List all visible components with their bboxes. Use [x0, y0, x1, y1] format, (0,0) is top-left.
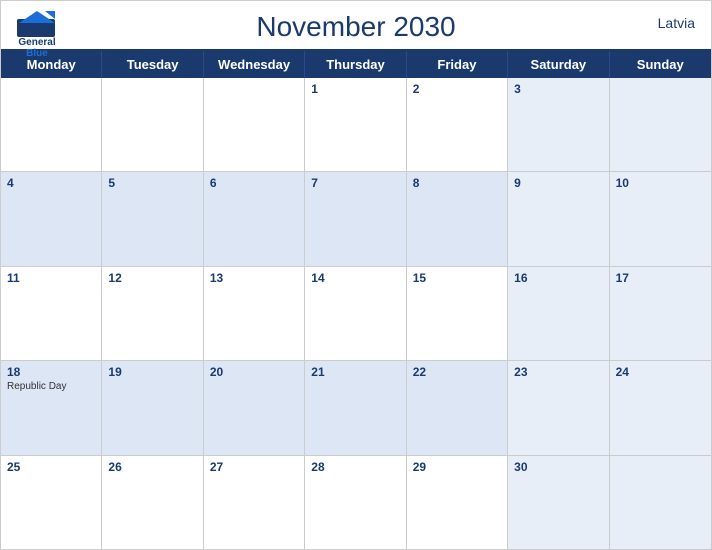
day-number: 12 [108, 271, 196, 285]
day-cell: 28 [305, 456, 406, 549]
day-cell: 24 [610, 361, 711, 454]
week-row: 25 26 27 28 29 30 [1, 456, 711, 549]
country-label: Latvia [658, 15, 695, 31]
day-cell [610, 456, 711, 549]
week-row: 123 [1, 78, 711, 172]
calendar-grid: MondayTuesdayWednesdayThursdayFridaySatu… [1, 49, 711, 549]
day-cell: 19 [102, 361, 203, 454]
day-cell: 17 [610, 267, 711, 360]
day-header-tuesday: Tuesday [102, 51, 203, 78]
day-number: 7 [311, 176, 399, 190]
day-cell: 18 Republic Day [1, 361, 102, 454]
day-number: 3 [514, 82, 602, 96]
day-number: 25 [7, 460, 95, 474]
logo: General Blue [17, 9, 57, 59]
day-header-thursday: Thursday [305, 51, 406, 78]
day-cell: 12 [102, 267, 203, 360]
day-cell: 26 [102, 456, 203, 549]
day-cell [102, 78, 203, 171]
day-number: 5 [108, 176, 196, 190]
day-cell: 16 [508, 267, 609, 360]
day-number: 1 [311, 82, 399, 96]
calendar: General Blue November 2030 Latvia Monday… [0, 0, 712, 550]
day-cell: 25 [1, 456, 102, 549]
day-number: 24 [616, 365, 705, 379]
day-number: 20 [210, 365, 298, 379]
day-cell [610, 78, 711, 171]
day-cell: 1 [305, 78, 406, 171]
logo-blue: Blue [26, 48, 48, 59]
holiday-label: Republic Day [7, 381, 95, 393]
day-number: 19 [108, 365, 196, 379]
day-number: 23 [514, 365, 602, 379]
day-number: 10 [616, 176, 705, 190]
day-headers-row: MondayTuesdayWednesdayThursdayFridaySatu… [1, 51, 711, 78]
day-cell: 23 [508, 361, 609, 454]
day-number: 15 [413, 271, 501, 285]
day-cell: 4 [1, 172, 102, 265]
day-number: 26 [108, 460, 196, 474]
day-number: 17 [616, 271, 705, 285]
day-header-sunday: Sunday [610, 51, 711, 78]
day-header-wednesday: Wednesday [204, 51, 305, 78]
day-number: 27 [210, 460, 298, 474]
day-cell: 11 [1, 267, 102, 360]
week-row: 18 Republic Day 19 20 21 22 23 24 [1, 361, 711, 455]
day-cell: 7 [305, 172, 406, 265]
day-number: 22 [413, 365, 501, 379]
day-cell: 14 [305, 267, 406, 360]
day-cell: 15 [407, 267, 508, 360]
day-number: 4 [7, 176, 95, 190]
day-cell: 5 [102, 172, 203, 265]
day-cell: 6 [204, 172, 305, 265]
day-cell: 8 [407, 172, 508, 265]
day-number: 16 [514, 271, 602, 285]
day-cell: 30 [508, 456, 609, 549]
day-cell: 22 [407, 361, 508, 454]
day-cell: 3 [508, 78, 609, 171]
day-number: 29 [413, 460, 501, 474]
logo-general: General [18, 37, 55, 48]
week-row: 456789 10 [1, 172, 711, 266]
logo-icon [17, 9, 57, 37]
day-number: 2 [413, 82, 501, 96]
calendar-title: November 2030 [256, 11, 455, 43]
week-row: 11 12 13 14 15 16 17 [1, 267, 711, 361]
day-number: 11 [7, 271, 95, 285]
day-cell: 2 [407, 78, 508, 171]
day-header-friday: Friday [407, 51, 508, 78]
day-number: 9 [514, 176, 602, 190]
day-cell: 29 [407, 456, 508, 549]
day-number: 6 [210, 176, 298, 190]
day-number: 8 [413, 176, 501, 190]
day-cell: 21 [305, 361, 406, 454]
day-number: 14 [311, 271, 399, 285]
day-header-saturday: Saturday [508, 51, 609, 78]
day-cell: 10 [610, 172, 711, 265]
day-cell: 27 [204, 456, 305, 549]
day-cell [204, 78, 305, 171]
day-cell: 13 [204, 267, 305, 360]
day-number: 21 [311, 365, 399, 379]
day-number: 18 [7, 365, 95, 379]
day-cell: 9 [508, 172, 609, 265]
day-cell: 20 [204, 361, 305, 454]
weeks-container: 123456789101112131415161718Republic Day1… [1, 78, 711, 549]
day-number: 13 [210, 271, 298, 285]
calendar-header: General Blue November 2030 Latvia [1, 1, 711, 49]
day-number: 28 [311, 460, 399, 474]
day-cell [1, 78, 102, 171]
day-number: 30 [514, 460, 602, 474]
